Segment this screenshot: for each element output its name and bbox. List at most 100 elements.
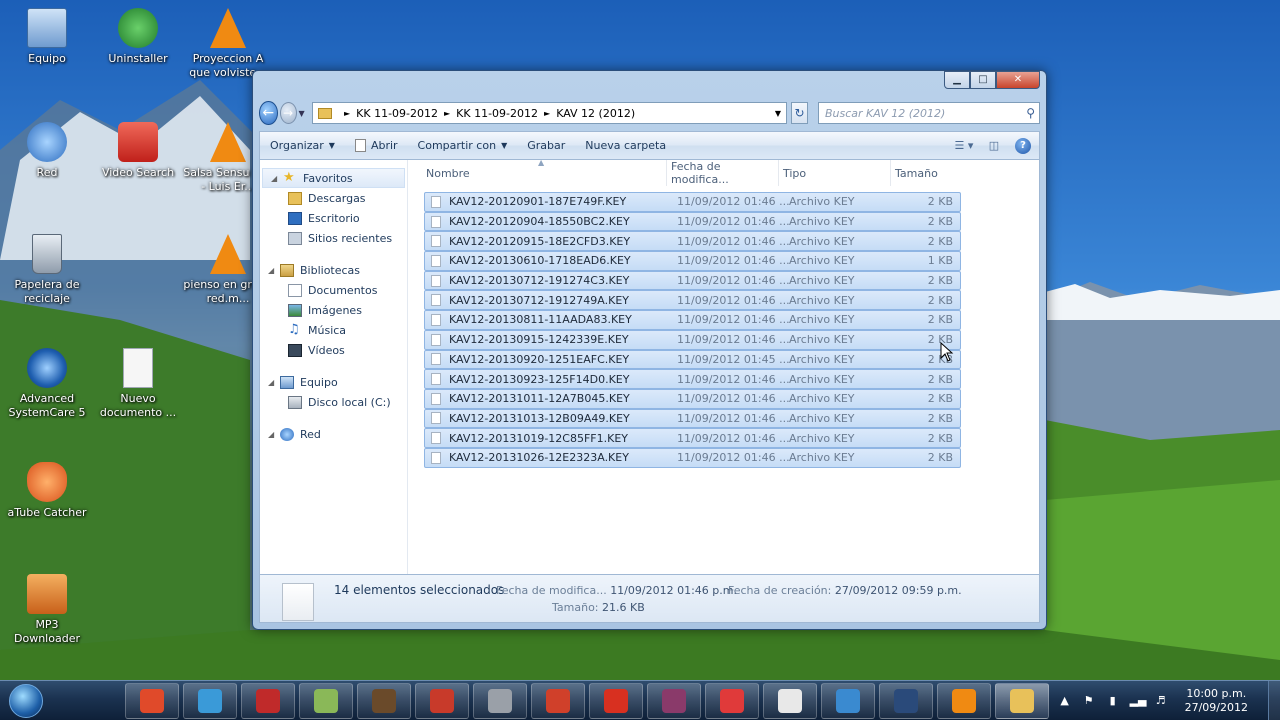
share-button[interactable]: Compartir con ▼ (408, 132, 518, 159)
desktop-icon-red[interactable]: Red (2, 122, 92, 180)
battery-icon[interactable]: ▮ (1106, 694, 1120, 708)
taskbar-app-button[interactable] (124, 682, 179, 719)
file-row[interactable]: KAV12-20130923-125F14D0.KEY 11/09/2012 01… (424, 369, 961, 389)
column-header-date[interactable]: Fecha de modifica... (666, 160, 778, 186)
breadcrumb-item[interactable]: KAV 12 (2012) (556, 107, 635, 120)
burn-label: Grabar (527, 139, 566, 152)
key-file-icon (431, 235, 441, 248)
taskbar-app-button[interactable] (182, 682, 237, 719)
taskbar-app-button[interactable] (588, 682, 643, 719)
search-input[interactable]: Buscar KAV 12 (2012) ⚲ (818, 102, 1040, 124)
open-button[interactable]: Abrir (345, 132, 408, 159)
expand-icon[interactable]: ◢ (271, 174, 279, 183)
desktop-icon-nuevo-documento[interactable]: Nuevo documento ... (93, 348, 183, 420)
desktop-icon-uninstaller[interactable]: Uninstaller (93, 8, 183, 66)
clock[interactable]: 10:00 p.m. 27/09/2012 (1185, 687, 1248, 715)
minimize-button[interactable]: ▁ (944, 71, 970, 89)
taskbar-app-button[interactable] (762, 682, 817, 719)
breadcrumb-item[interactable]: KK 11-09-2012 (356, 107, 438, 120)
help-icon[interactable]: ? (1015, 137, 1031, 154)
column-header-type[interactable]: Tipo (778, 160, 890, 186)
desktop-icon-equipo[interactable]: Equipo (2, 8, 92, 66)
show-hidden-icons-icon[interactable]: ▲ (1058, 694, 1072, 708)
start-button[interactable] (6, 681, 47, 720)
gamepad-icon (777, 688, 802, 713)
address-bar[interactable]: ► KK 11-09-2012 ► KK 11-09-2012 ► KAV 12… (312, 102, 787, 124)
recycle-bin-icon (32, 234, 62, 274)
maximize-button[interactable]: □ (970, 71, 996, 89)
column-header-size[interactable]: Tamaño (890, 160, 970, 186)
desktop-icon-video-search[interactable]: Video Search (93, 122, 183, 180)
taskbar-app-button[interactable] (356, 682, 411, 719)
burn-button[interactable]: Grabar (517, 132, 575, 159)
nav-item-desktop[interactable]: Escritorio (260, 208, 407, 228)
address-dropdown-icon[interactable]: ▼ (770, 109, 786, 118)
nav-item-videos[interactable]: Vídeos (260, 340, 407, 360)
breadcrumb-item[interactable]: KK 11-09-2012 (456, 107, 538, 120)
taskbar-app-button[interactable] (298, 682, 353, 719)
key-file-icon (431, 353, 441, 366)
file-row[interactable]: KAV12-20130610-1718EAD6.KEY 11/09/2012 01… (424, 251, 961, 271)
desktop-icon (288, 211, 302, 225)
file-row[interactable]: KAV12-20120901-187E749F.KEY 11/09/2012 01… (424, 192, 961, 212)
desktop-icon-mp3-downloader[interactable]: MP3 Downloader (2, 574, 92, 646)
file-row[interactable]: KAV12-20130920-1251EAFC.KEY 11/09/2012 01… (424, 349, 961, 370)
desktop-icon-atube-catcher[interactable]: aTube Catcher (2, 462, 92, 520)
file-row[interactable]: KAV12-20131011-12A7B045.KEY 11/09/2012 01… (424, 388, 961, 409)
file-row[interactable]: KAV12-20131013-12B09A49.KEY 11/09/2012 01… (424, 408, 961, 429)
file-type: Archivo KEY (789, 333, 855, 347)
taskbar-app-button[interactable] (820, 682, 875, 719)
nav-item-local-disk[interactable]: Disco local (C:) (260, 392, 407, 412)
wifi-signal-icon[interactable]: ▂▄ (1130, 694, 1147, 708)
taskbar-app-button[interactable] (530, 682, 585, 719)
nav-item-documents[interactable]: Documentos (260, 280, 407, 300)
content-area: ◢ ★ Favoritos Descargas Escritorio Sitios … (259, 158, 1040, 575)
show-desktop-button[interactable] (1268, 680, 1280, 720)
close-button[interactable]: ✕ (996, 71, 1040, 89)
view-options-icon[interactable]: ☰ ▾ (953, 137, 975, 155)
expand-icon[interactable]: ◢ (268, 378, 276, 387)
taskbar-app-button[interactable] (414, 682, 469, 719)
file-row[interactable]: KAV12-20130915-1242339E.KEY 11/09/2012 01… (424, 329, 961, 350)
action-center-flag-icon[interactable]: ⚑ (1082, 694, 1096, 708)
organize-button[interactable]: Organizar ▼ (260, 132, 345, 159)
nav-item-music[interactable]: ♫ Música (260, 320, 407, 340)
refresh-button[interactable]: ↻ (791, 102, 808, 124)
nav-item-images[interactable]: Imágenes (260, 300, 407, 320)
taskbar-app-button[interactable] (240, 682, 295, 719)
nav-item-favorites[interactable]: ◢ ★ Favoritos (262, 168, 405, 188)
taskbar-app-button[interactable] (472, 682, 527, 719)
nav-item-network[interactable]: ◢ Red (260, 424, 407, 444)
forward-button[interactable]: → (279, 102, 297, 124)
nav-item-recent[interactable]: Sitios recientes (260, 228, 407, 248)
file-row[interactable]: KAV12-20120904-18550BC2.KEY 11/09/2012 01… (424, 211, 961, 232)
file-row[interactable]: KAV12-20130811-11AADA83.KEY 11/09/2012 01… (424, 310, 961, 330)
nav-item-downloads[interactable]: Descargas (260, 188, 407, 208)
file-row[interactable]: KAV12-20131026-12E2323A.KEY 11/09/2012 01… (424, 447, 961, 468)
nav-item-libraries[interactable]: ◢ Bibliotecas (260, 260, 407, 280)
new-folder-button[interactable]: Nueva carpeta (575, 132, 676, 159)
column-header-name[interactable]: Nombre (408, 160, 666, 186)
desktop-icon-advanced-systemcare[interactable]: Advanced SystemCare 5 (2, 348, 92, 420)
file-row[interactable]: KAV12-20130712-191274C3.KEY 11/09/2012 01… (424, 270, 961, 291)
nav-item-computer[interactable]: ◢ Equipo (260, 372, 407, 392)
desktop-icon-recycle-bin[interactable]: Papelera de reciclaje (2, 234, 92, 306)
taskbar-app-button[interactable] (646, 682, 701, 719)
taskbar-app-button[interactable] (704, 682, 759, 719)
expand-icon[interactable]: ◢ (268, 430, 276, 439)
taskbar: ▲ ⚑ ▮ ▂▄ ♬ 10:00 p.m. 27/09/2012 (0, 680, 1280, 720)
documents-icon (288, 283, 302, 297)
file-row[interactable]: KAV12-20130712-1912749A.KEY 11/09/2012 01… (424, 290, 961, 311)
file-row[interactable]: KAV12-20120915-18E2CFD3.KEY 11/09/2012 01… (424, 231, 961, 252)
file-name: KAV12-20130915-1242339E.KEY (449, 333, 629, 347)
volume-icon[interactable]: ♬ (1154, 694, 1168, 708)
back-button[interactable]: ← (259, 101, 278, 125)
file-row[interactable]: KAV12-20131019-12C85FF1.KEY 11/09/2012 01… (424, 428, 961, 448)
recent-pages-dropdown[interactable]: ▼ (299, 109, 307, 118)
taskbar-app-button[interactable] (994, 682, 1049, 719)
preview-pane-icon[interactable]: ◫ (983, 137, 1005, 155)
expand-icon[interactable]: ◢ (268, 266, 276, 275)
taskbar-app-button[interactable] (878, 682, 933, 719)
taskbar-app-button[interactable] (936, 682, 991, 719)
windows-live-icon (197, 688, 222, 713)
